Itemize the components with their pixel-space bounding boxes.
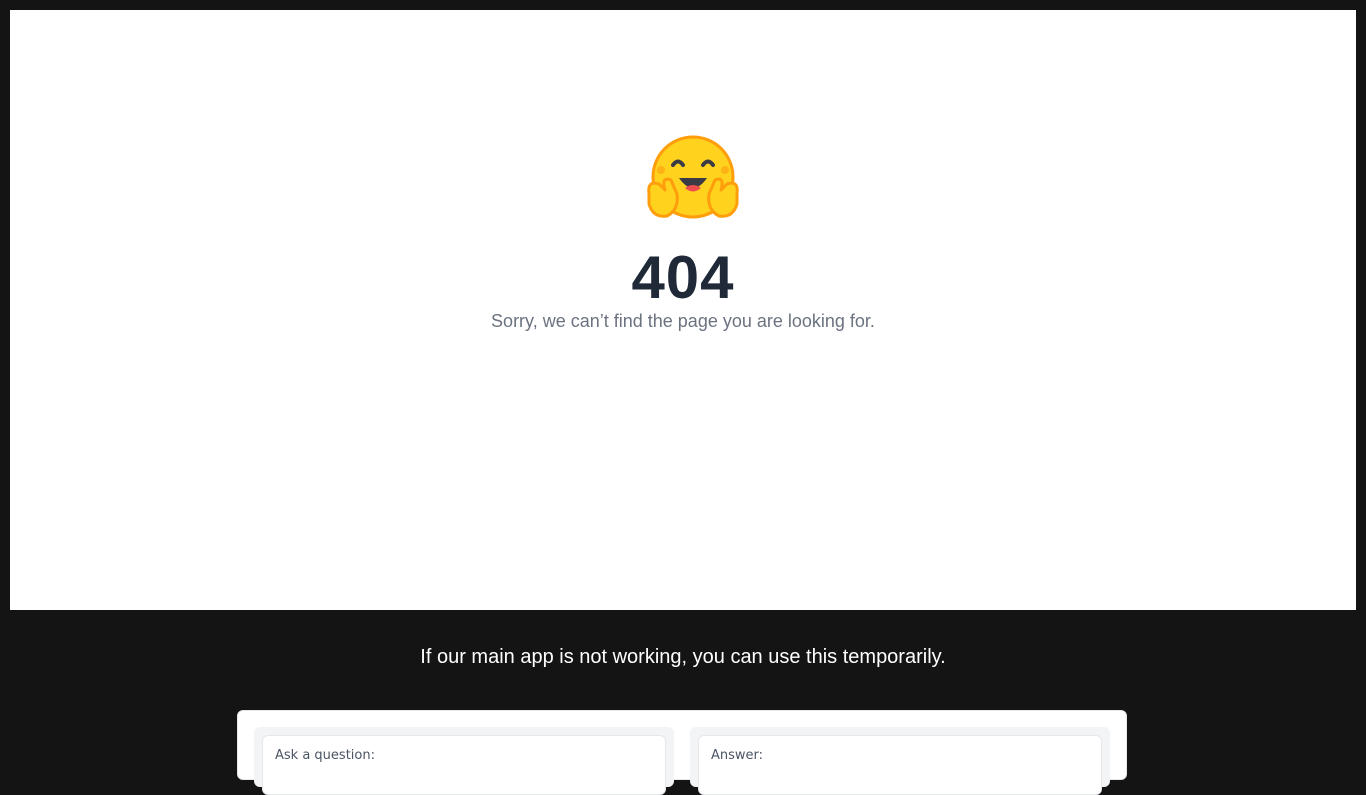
error-page-frame: 404 Sorry, we can’t find the page you ar… [10, 10, 1356, 610]
question-label: Ask a question: [275, 748, 375, 763]
fallback-note: If our main app is not working, you can … [420, 646, 946, 668]
answer-label: Answer: [711, 748, 764, 763]
answer-panel: Answer: [690, 727, 1110, 795]
fallback-app-card: Ask a question: Answer: [237, 710, 1127, 795]
error-message: Sorry, we can’t find the page you are lo… [491, 311, 875, 331]
question-input[interactable]: Ask a question: [262, 735, 666, 795]
answer-output[interactable]: Answer: [698, 735, 1102, 795]
error-code: 404 [631, 244, 735, 311]
question-panel: Ask a question: [254, 727, 674, 795]
hugging-face-icon [647, 135, 739, 219]
